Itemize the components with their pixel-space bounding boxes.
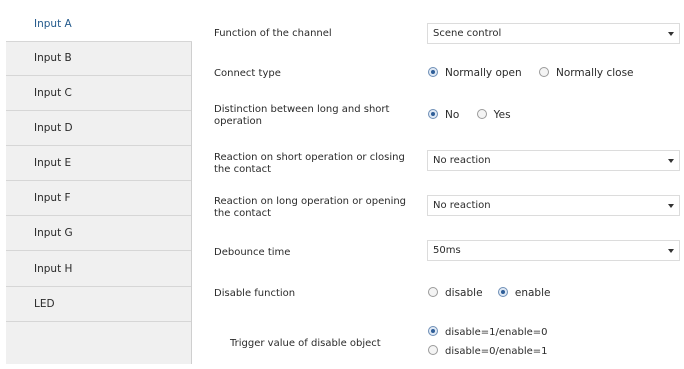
sidebar-item-label: Input G (34, 227, 73, 239)
radio-checked-icon (428, 67, 438, 77)
sidebar-item-input-e[interactable]: Input E (6, 147, 191, 181)
radio-unchecked-icon (428, 345, 438, 355)
sidebar-item-led[interactable]: LED (6, 288, 191, 322)
radio-unchecked-icon (476, 109, 487, 119)
radio-checked-icon (428, 109, 438, 119)
sidebar-item-input-h[interactable]: Input H (6, 253, 191, 287)
debounce-select[interactable]: 50ms (427, 240, 680, 261)
radio-label: disable (445, 287, 483, 299)
debounce-value: 50ms (433, 245, 461, 256)
debounce-label: Debounce time (214, 247, 291, 258)
radio-disable1-enable0[interactable]: disable=1/enable=0 (428, 326, 548, 339)
chevron-down-icon (668, 159, 674, 163)
radio-unchecked-icon (428, 287, 438, 297)
chevron-down-icon (668, 32, 674, 36)
radio-no[interactable]: No (428, 109, 459, 122)
sidebar-item-input-f[interactable]: Input F (6, 182, 191, 216)
long-reaction-label: Reaction on long operation or opening th… (214, 196, 407, 219)
radio-unchecked-icon (539, 67, 550, 77)
radio-label: No (445, 109, 460, 121)
short-reaction-label: Reaction on short operation or closing t… (214, 152, 405, 175)
sidebar-empty-area (6, 324, 191, 364)
long-reaction-select[interactable]: No reaction (427, 195, 680, 216)
radio-label: Normally open (445, 67, 522, 79)
sidebar-item-label: Input C (34, 87, 72, 99)
function-value: Scene control (433, 28, 502, 39)
sidebar-item-input-d[interactable]: Input D (6, 112, 191, 146)
chevron-down-icon (668, 249, 674, 253)
radio-label: Yes (493, 109, 511, 121)
sidebar-item-label: Input F (34, 192, 71, 204)
chevron-down-icon (668, 204, 674, 208)
radio-yes[interactable]: Yes (476, 109, 511, 122)
radio-checked-icon (428, 326, 438, 336)
sidebar-item-input-g[interactable]: Input G (6, 217, 191, 251)
function-select[interactable]: Scene control (427, 23, 680, 44)
trigger-value-radio-group: disable=1/enable=0 disable=0/enable=1 (428, 326, 548, 364)
sidebar-item-input-c[interactable]: Input C (6, 77, 191, 111)
trigger-value-label: Trigger value of disable object (230, 338, 381, 349)
distinction-radio-group: No Yes (428, 109, 511, 123)
sidebar-item-input-b[interactable]: Input B (6, 42, 191, 76)
long-reaction-value: No reaction (433, 200, 491, 211)
sidebar-item-label: Input A (34, 18, 72, 30)
short-reaction-select[interactable]: No reaction (427, 150, 680, 171)
parameter-panel: Function of the channel Scene control Co… (192, 8, 684, 364)
radio-checked-icon (497, 287, 508, 297)
disable-function-radio-group: disable enable (428, 287, 550, 301)
sidebar-item-label: Input E (34, 157, 72, 169)
channel-sidebar: Input A Input B Input C Input D Input E … (6, 8, 192, 364)
sidebar-item-label: Input B (34, 52, 72, 64)
radio-disable0-enable1[interactable]: disable=0/enable=1 (428, 345, 548, 358)
distinction-label: Distinction between long and short opera… (214, 104, 390, 127)
sidebar-item-label: Input D (34, 122, 73, 134)
sidebar-item-input-a[interactable]: Input A (6, 8, 192, 42)
radio-label: disable=1/enable=0 (445, 327, 548, 338)
short-reaction-value: No reaction (433, 155, 491, 166)
connect-type-label: Connect type (214, 68, 281, 79)
radio-disable[interactable]: disable (428, 287, 483, 300)
sidebar-item-label: Input H (34, 263, 73, 275)
radio-label: enable (514, 287, 551, 299)
radio-enable[interactable]: enable (497, 287, 551, 300)
radio-label: disable=0/enable=1 (445, 346, 548, 357)
radio-normally-open[interactable]: Normally open (428, 67, 522, 80)
sidebar-item-label: LED (34, 298, 55, 310)
parameter-window: Input A Input B Input C Input D Input E … (0, 0, 684, 369)
connect-type-radio-group: Normally open Normally close (428, 67, 634, 81)
function-label: Function of the channel (214, 28, 332, 39)
radio-label: Normally close (556, 67, 634, 79)
radio-normally-close[interactable]: Normally close (539, 67, 634, 80)
disable-function-label: Disable function (214, 288, 296, 299)
